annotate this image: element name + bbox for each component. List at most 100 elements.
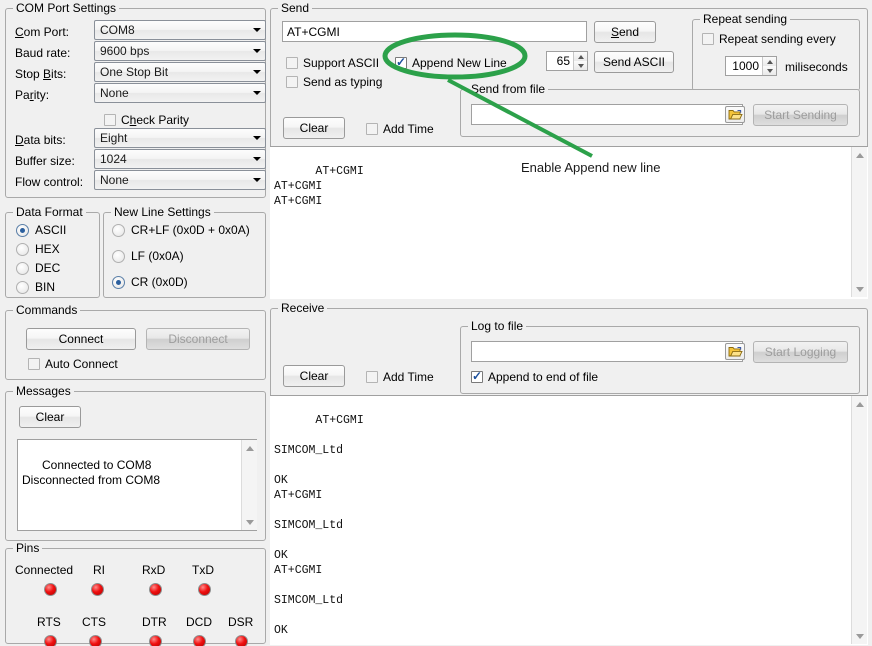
pin-led-dsr [235,635,248,646]
spinner-down-icon[interactable] [763,66,776,75]
data-format-option-dec[interactable]: DEC [16,261,60,275]
receive-add-time-label: Add Time [383,370,434,384]
log-to-file-title: Log to file [468,319,526,333]
new-line-settings-title: New Line Settings [111,205,214,219]
repeat-sending-checkbox[interactable]: Repeat sending every [702,32,836,46]
receive-title: Receive [278,301,327,315]
radio-button [16,224,29,237]
send-add-time-checkbox[interactable]: Add Time [366,122,434,136]
checkbox-box [702,33,714,45]
pin-label-dsr: DSR [228,615,253,629]
data-format-option-hex[interactable]: HEX [16,242,60,256]
checkbox-box [366,371,378,383]
annotation-text: Enable Append new line [521,160,661,175]
open-folder-glyph [728,345,743,358]
data-bits-value: Eight [95,131,248,145]
send-command-value: AT+CGMI [287,25,340,39]
spinner-up-icon[interactable] [574,52,587,61]
connect-button[interactable]: Connect [26,328,136,350]
spinner-buttons[interactable] [762,57,776,75]
ascii-code-spinner[interactable]: 65 [546,51,588,71]
messages-scrollbar[interactable] [241,440,257,530]
scroll-up-icon[interactable] [852,147,867,163]
data-format-label-bin: BIN [35,280,55,294]
repeat-interval-spinner[interactable]: 1000 [725,56,777,76]
parity-label: Parity: [15,88,49,102]
pin-led-cts [89,635,102,646]
receive-add-time-checkbox[interactable]: Add Time [366,370,434,384]
scroll-up-icon[interactable] [852,396,867,412]
new-line-settings-group: New Line Settings CR+LF (0x0D + 0x0A) LF… [103,212,266,298]
support-ascii-checkbox[interactable]: Support ASCII [286,56,379,70]
scroll-down-icon[interactable] [852,628,867,644]
receive-clear-button[interactable]: Clear [283,365,345,387]
chevron-down-icon [248,21,265,39]
receive-log-text: AT+CGMI SIMCOM_Ltd OK AT+CGMI SIMCOM_Ltd… [274,414,364,637]
chevron-down-icon [248,84,265,102]
new-line-option-crlf[interactable]: CR+LF (0x0D + 0x0A) [112,223,250,237]
open-folder-icon[interactable] [725,106,745,123]
spinner-up-icon[interactable] [763,57,776,66]
messages-clear-button[interactable]: Clear [19,406,81,428]
pin-label-ri: RI [93,563,105,577]
pin-label-dtr: DTR [142,615,167,629]
pin-led-rts [44,635,57,646]
pin-label-cts: CTS [82,615,106,629]
send-log-scrollbar[interactable] [851,147,867,297]
send-clear-button[interactable]: Clear [283,117,345,139]
baud-rate-value: 9600 bps [95,44,248,58]
receive-log-terminal[interactable]: AT+CGMI SIMCOM_Ltd OK AT+CGMI SIMCOM_Ltd… [270,395,868,645]
pins-title: Pins [13,541,42,555]
parity-value: None [95,86,248,100]
send-command-input[interactable]: AT+CGMI [282,21,587,42]
radio-button [16,281,29,294]
scroll-down-icon[interactable] [242,514,257,530]
send-button[interactable]: Send [594,21,656,43]
parity-combobox[interactable]: None [94,83,266,103]
spinner-buttons[interactable] [573,52,587,70]
data-format-option-bin[interactable]: BIN [16,280,55,294]
flow-control-combobox[interactable]: None [94,170,266,190]
checkbox-box [395,57,407,69]
scroll-up-icon[interactable] [242,440,257,456]
scroll-down-icon[interactable] [852,281,867,297]
send-from-file-title: Send from file [468,82,548,96]
data-bits-combobox[interactable]: Eight [94,128,266,148]
send-from-file-path-input[interactable] [471,104,743,125]
baud-rate-combobox[interactable]: 9600 bps [94,41,266,61]
start-logging-button[interactable]: Start Logging [753,341,848,363]
serial-port-utility-window: COM Port Settings Com Port: COM8 Baud ra… [0,0,872,646]
messages-listbox[interactable]: Connected to COM8 Disconnected from COM8 [17,439,257,531]
append-new-line-checkbox[interactable]: Append New Line [395,56,507,70]
commands-group: Commands Connect Disconnect Auto Connect [5,310,266,380]
new-line-label-cr: CR (0x0D) [131,275,188,289]
send-add-time-label: Add Time [383,122,434,136]
send-as-typing-checkbox[interactable]: Send as typing [286,75,382,89]
new-line-option-cr[interactable]: CR (0x0D) [112,275,188,289]
checkbox-box [366,123,378,135]
stop-bits-combobox[interactable]: One Stop Bit [94,62,266,82]
spinner-down-icon[interactable] [574,61,587,70]
repeat-sending-title: Repeat sending [700,12,790,26]
chevron-down-icon [248,150,265,168]
com-port-settings-group: COM Port Settings Com Port: COM8 Baud ra… [5,8,266,198]
open-folder-icon[interactable] [725,343,745,360]
send-ascii-button[interactable]: Send ASCII [594,51,674,73]
start-sending-button[interactable]: Start Sending [753,104,848,126]
receive-log-scrollbar[interactable] [851,396,867,644]
auto-connect-checkbox[interactable]: Auto Connect [28,357,118,371]
support-ascii-label: Support ASCII [303,56,379,70]
com-port-combobox[interactable]: COM8 [94,20,266,40]
disconnect-button[interactable]: Disconnect [146,328,250,350]
pin-led-connected [44,583,57,596]
log-to-file-path-input[interactable] [471,341,743,362]
data-format-label-hex: HEX [35,242,60,256]
send-from-file-group: Send from file Start Sending [460,89,860,137]
new-line-option-lf[interactable]: LF (0x0A) [112,249,184,263]
data-format-option-ascii[interactable]: ASCII [16,223,66,237]
append-to-end-of-file-checkbox[interactable]: Append to end of file [471,370,598,384]
pin-led-ri [91,583,104,596]
buffer-size-combobox[interactable]: 1024 [94,149,266,169]
check-parity-checkbox[interactable]: Check Parity [104,113,189,127]
log-to-file-group: Log to file Start Logging Append to end … [460,326,860,394]
